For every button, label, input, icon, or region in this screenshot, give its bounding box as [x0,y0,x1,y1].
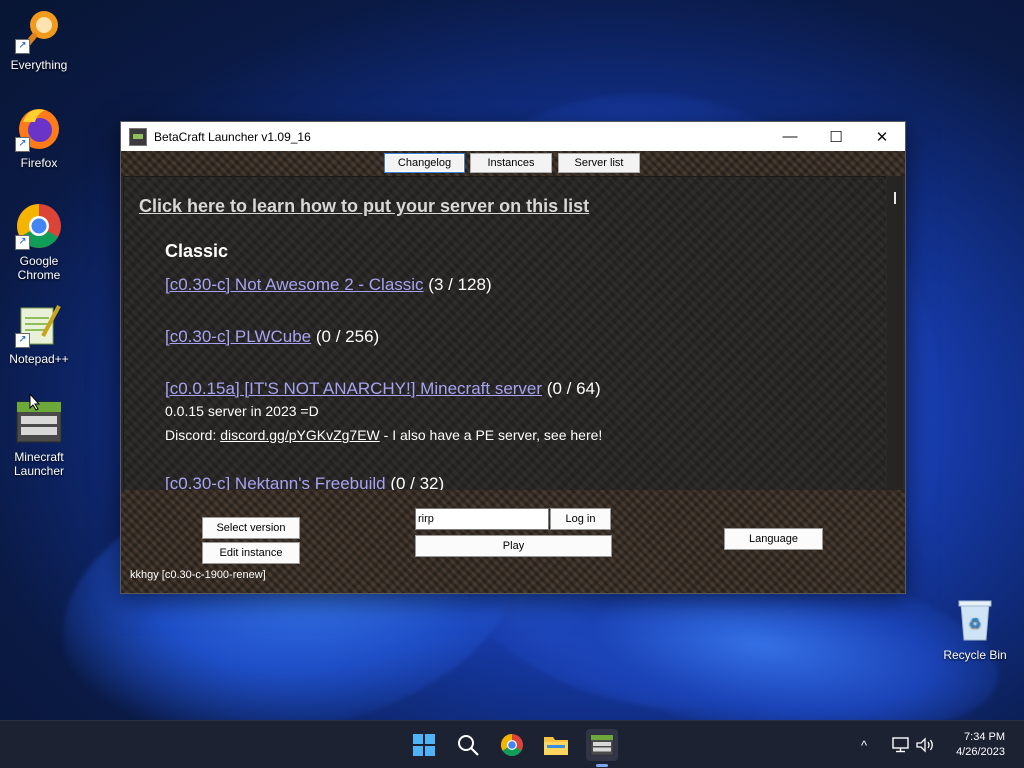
tab-instances[interactable]: Instances [470,153,552,173]
player-count: (0 / 32) [390,474,445,491]
taskbar-search-button[interactable] [452,729,484,761]
select-version-button[interactable]: Select version [202,517,300,539]
minimize-button[interactable]: — [767,122,813,151]
server-link[interactable]: [c0.30-c] PLWCube [165,327,311,346]
recycle-bin-icon: ♻ [951,596,999,644]
mouse-cursor-icon [29,393,41,411]
betacraft-icon [590,734,614,756]
play-button[interactable]: Play [415,535,612,557]
betacraft-launcher-window: BetaCraft Launcher v1.09_16 — ☐ ✕ Change… [120,121,906,594]
server-description: 0.0.15 server in 2023 =D [165,403,319,419]
desktop-icon-label: Recycle Bin [943,648,1007,662]
desktop-icon-notepad-plus-plus[interactable]: ↗ Notepad++ [3,300,75,366]
active-app-indicator [596,764,608,767]
tab-bar: Changelog Instances Server list [121,151,905,176]
desktop-icon-everything[interactable]: ↗ Everything [3,6,75,72]
category-heading: Classic [165,241,229,261]
start-icon [413,734,435,756]
close-icon: ✕ [875,128,889,146]
file-explorer-icon [544,737,568,755]
taskbar-betacraft-button[interactable] [586,729,618,761]
desktop-icon-chrome[interactable]: ↗ Google Chrome [3,202,75,282]
language-button[interactable]: Language [724,528,823,550]
desktop-icon-recycle-bin[interactable]: ♻ Recycle Bin [939,596,1011,662]
server-entry: [c0.30-c] Not Awesome 2 - Classic (3 / 1… [165,275,492,295]
everything-search-icon: ↗ [15,6,63,54]
maximize-button[interactable]: ☐ [813,122,859,151]
login-button[interactable]: Log in [550,508,611,530]
desktop-icon-firefox[interactable]: ↗ Firefox [3,104,75,170]
notepad-plus-plus-icon: ↗ [15,300,63,348]
tray-overflow-button[interactable]: ^ [861,721,867,768]
maximize-icon: ☐ [829,128,843,146]
discord-label: Discord: [165,427,221,443]
firefox-icon: ↗ [15,104,63,152]
player-count: (0 / 256) [315,327,380,346]
tab-changelog[interactable]: Changelog [384,153,465,173]
scroll-thumb[interactable] [894,192,896,204]
server-list-panel: Click here to learn how to put your serv… [123,176,886,491]
search-icon [458,735,479,756]
discord-link[interactable]: discord.gg/pYGKvZg7EW [220,427,380,443]
desktop-icon-label: Notepad++ [9,352,69,366]
chevron-up-icon: ^ [861,737,868,753]
instance-status: kkhgy [c0.30-c-1900-renew] [130,569,266,581]
desktop-icon-label: Google Chrome [17,254,61,282]
betacraft-app-icon [129,127,147,146]
desktop-icon-label: Minecraft Launcher [13,450,65,478]
window-title: BetaCraft Launcher v1.09_16 [154,129,311,144]
chrome-icon [501,734,523,756]
description-suffix: - I also have a PE server, see here! [379,427,603,443]
player-count: (3 / 128) [428,275,492,294]
server-entry: [c0.0.15a] [IT'S NOT ANARCHY!] Minecraft… [165,379,601,399]
server-link[interactable]: [c0.30-c] Not Awesome 2 - Classic [165,275,424,294]
player-count: (0 / 64) [546,379,601,398]
server-entry: [c0.30-c] PLWCube (0 / 256) [165,327,379,347]
server-description: Discord: discord.gg/pYGKvZg7EW - I also … [165,427,602,443]
taskbar-file-explorer-button[interactable] [540,729,572,761]
chrome-icon: ↗ [15,202,63,250]
volume-button[interactable] [915,721,935,768]
tab-server-list[interactable]: Server list [558,153,640,173]
username-input[interactable] [415,508,549,530]
desktop-icon-label: Everything [10,58,68,72]
speaker-icon [916,737,933,753]
vertical-scrollbar[interactable] [887,176,903,490]
title-bar[interactable]: BetaCraft Launcher v1.09_16 — ☐ ✕ [121,122,905,151]
taskbar-chrome-button[interactable] [496,729,528,761]
edit-instance-button[interactable]: Edit instance [202,542,300,564]
desktop-icon-label: Firefox [20,156,58,170]
minimize-icon: — [782,128,798,145]
network-status-button[interactable] [892,721,910,768]
learn-server-listing-link[interactable]: Click here to learn how to put your serv… [139,196,589,217]
close-button[interactable]: ✕ [859,122,905,151]
network-icon [892,737,909,753]
launcher-controls: Select version Edit instance Log in Play… [121,490,905,593]
svg-text:♻: ♻ [969,616,982,632]
taskbar: ^ 7:34 PM 4/26/2023 [0,720,1024,768]
system-clock[interactable]: 7:34 PM 4/26/2023 [956,730,1005,760]
start-button[interactable] [408,729,440,761]
server-link[interactable]: [c0.30-c] Nektann's Freebuild [165,474,386,491]
server-entry: [c0.30-c] Nektann's Freebuild (0 / 32) [165,474,444,491]
clock-time: 7:34 PM [964,731,1005,743]
server-link[interactable]: [c0.0.15a] [IT'S NOT ANARCHY!] Minecraft… [165,379,542,398]
clock-date: 4/26/2023 [956,746,1005,758]
